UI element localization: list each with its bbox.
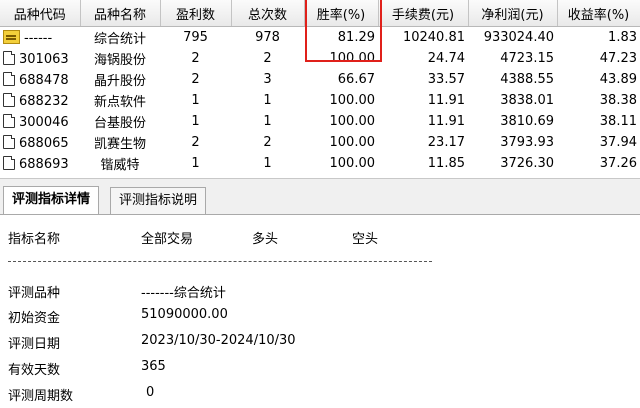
column-header-net-profit[interactable]: 净利润(元) xyxy=(468,0,558,27)
cell-wins: 2 xyxy=(191,135,200,150)
cell-yield: 43.89 xyxy=(599,72,637,87)
cell-total: 2 xyxy=(263,135,272,150)
cell-yield: 1.83 xyxy=(608,30,637,45)
cell-net-profit: 3810.69 xyxy=(500,114,554,129)
cell-yield: 47.23 xyxy=(599,51,637,66)
detail-value: 0 xyxy=(146,385,155,400)
metrics-detail-panel: 指标名称 全部交易 多头 空头 评测品种 -------综合统计 初始资金 51… xyxy=(0,215,640,408)
cell-yield: 38.11 xyxy=(599,114,637,129)
table-row[interactable]: 688232 新点软件 1 1 100.00 11.91 3838.01 38.… xyxy=(0,90,640,111)
cell-total: 2 xyxy=(263,51,272,66)
column-header-total[interactable]: 总次数 xyxy=(231,0,305,27)
column-header-code[interactable]: 品种代码 xyxy=(0,0,81,27)
cell-wins: 1 xyxy=(191,114,200,129)
cell-net-profit: 3726.30 xyxy=(500,156,554,171)
cell-net-profit: 4723.15 xyxy=(500,51,554,66)
detail-value: 2023/10/30-2024/10/30 xyxy=(141,333,296,348)
cell-code: 688232 xyxy=(19,93,69,109)
cell-name: 综合统计 xyxy=(93,32,146,47)
document-icon xyxy=(3,71,15,86)
cell-name: 凯赛生物 xyxy=(93,137,146,152)
cell-total: 1 xyxy=(263,114,272,129)
document-icon xyxy=(3,134,15,149)
cell-wins: 1 xyxy=(191,93,200,108)
detail-label: 初始资金 xyxy=(8,311,61,326)
tab-metrics-explanation[interactable]: 评测指标说明 xyxy=(110,187,207,214)
cell-code: 688065 xyxy=(19,135,69,151)
cell-fee: 23.17 xyxy=(427,135,465,150)
tab-metrics-detail[interactable]: 评测指标详情 xyxy=(3,186,100,214)
detail-header-name: 指标名称 xyxy=(8,232,61,247)
cell-wins: 1 xyxy=(191,156,200,171)
cell-code: 301063 xyxy=(19,51,69,67)
cell-total: 1 xyxy=(263,156,272,171)
cell-fee: 24.74 xyxy=(427,51,465,66)
cell-code: 688693 xyxy=(19,156,69,172)
cell-yield: 37.94 xyxy=(599,135,637,150)
detail-label: 评测品种 xyxy=(8,286,61,301)
document-icon xyxy=(3,155,15,170)
detail-value: 365 xyxy=(141,359,166,374)
detail-label: 评测日期 xyxy=(8,337,61,352)
cell-fee: 11.91 xyxy=(427,114,465,129)
detail-value: -------综合统计 xyxy=(141,286,226,301)
cell-wins: 2 xyxy=(191,51,200,66)
cell-fee: 11.85 xyxy=(427,156,465,171)
cell-wins: 795 xyxy=(183,30,208,45)
detail-label: 评测周期数 xyxy=(8,389,74,404)
cell-net-profit: 3793.93 xyxy=(500,135,554,150)
cell-total: 1 xyxy=(263,93,272,108)
cell-yield: 37.26 xyxy=(599,156,637,171)
document-icon xyxy=(3,92,15,107)
cell-win-rate: 100.00 xyxy=(329,135,376,150)
table-row[interactable]: 300046 台基股份 1 1 100.00 11.91 3810.69 38.… xyxy=(0,111,640,132)
win-rate-highlight-box xyxy=(305,0,382,62)
table-row[interactable]: 688065 凯赛生物 2 2 100.00 23.17 3793.93 37.… xyxy=(0,132,640,153)
detail-separator xyxy=(8,261,432,262)
column-header-wins[interactable]: 盈利数 xyxy=(160,0,232,27)
detail-label: 有效天数 xyxy=(8,363,61,378)
cell-net-profit: 3838.01 xyxy=(500,93,554,108)
column-header-yield[interactable]: 收益率(%) xyxy=(557,0,640,27)
cell-yield: 38.38 xyxy=(599,93,637,108)
table-row[interactable]: 688693 锴威特 1 1 100.00 11.85 3726.30 37.2… xyxy=(0,153,640,174)
cell-win-rate: 100.00 xyxy=(329,93,376,108)
document-icon xyxy=(3,113,15,128)
tab-bar: 评测指标详情 评测指标说明 xyxy=(0,184,640,215)
results-table-panel: 品种代码 品种名称 盈利数 总次数 胜率(%) 手续费(元) 净利润(元) 收益… xyxy=(0,0,640,178)
detail-header-short: 空头 xyxy=(352,232,379,247)
document-icon xyxy=(3,50,15,65)
summary-folder-icon xyxy=(3,29,20,44)
cell-win-rate: 100.00 xyxy=(329,114,376,129)
cell-fee: 33.57 xyxy=(427,72,465,87)
cell-fee: 10240.81 xyxy=(402,30,465,45)
cell-total: 3 xyxy=(263,72,272,87)
cell-win-rate: 100.00 xyxy=(329,156,376,171)
detail-header-all: 全部交易 xyxy=(141,232,194,247)
cell-total: 978 xyxy=(255,30,280,45)
cell-name: 新点软件 xyxy=(93,95,146,110)
cell-code: 688478 xyxy=(19,72,69,88)
cell-net-profit: 933024.40 xyxy=(483,30,554,45)
cell-code: ------ xyxy=(24,30,53,46)
cell-fee: 11.91 xyxy=(427,93,465,108)
cell-win-rate: 66.67 xyxy=(337,72,375,87)
detail-value: 51090000.00 xyxy=(141,307,228,322)
cell-wins: 2 xyxy=(191,72,200,87)
cell-net-profit: 4388.55 xyxy=(500,72,554,87)
column-header-fee[interactable]: 手续费(元) xyxy=(378,0,469,27)
detail-header-long: 多头 xyxy=(252,232,279,247)
cell-name: 晶升股份 xyxy=(93,74,146,89)
cell-name: 海锅股份 xyxy=(93,53,146,68)
cell-code: 300046 xyxy=(19,114,69,130)
table-row[interactable]: 688478 晶升股份 2 3 66.67 33.57 4388.55 43.8… xyxy=(0,69,640,90)
cell-name: 锴威特 xyxy=(100,158,140,173)
column-header-name[interactable]: 品种名称 xyxy=(80,0,161,27)
cell-name: 台基股份 xyxy=(93,116,146,131)
